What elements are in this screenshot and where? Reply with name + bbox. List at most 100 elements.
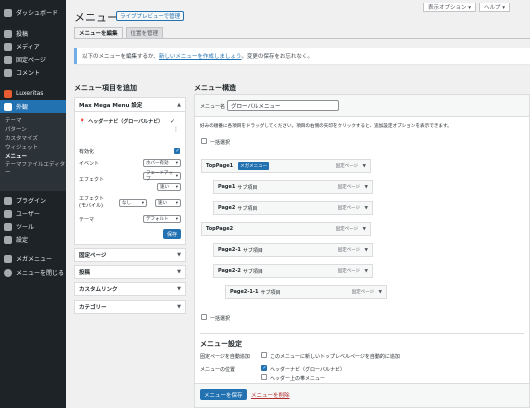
- location-top-bar-checkbox[interactable]: [261, 374, 267, 380]
- sidebar-item-pages[interactable]: 固定ページ: [0, 53, 66, 66]
- sidebar-item-settings[interactable]: 設定: [0, 233, 66, 246]
- menu-name-label: メニュー名: [200, 104, 226, 110]
- accordion-categories[interactable]: カテゴリー ▼: [74, 300, 186, 314]
- sidebar-item-luxeritas[interactable]: Luxeritas: [0, 87, 66, 100]
- theme-label: テーマ: [79, 217, 95, 223]
- add-menu-items-heading: メニュー項目を追加: [74, 84, 137, 92]
- delete-menu-link[interactable]: メニューを削除: [251, 391, 290, 399]
- event-select[interactable]: ホバー有効 ▾: [143, 159, 181, 167]
- sidebar-item-media[interactable]: メディア: [0, 40, 66, 53]
- sidebar-item-appearance[interactable]: 外観: [0, 100, 66, 113]
- pin-icon: 📍: [79, 119, 86, 125]
- screen-options-button[interactable]: 表示オプション ▾: [423, 3, 477, 12]
- effect-mobile-speed-select[interactable]: 速い ▾: [155, 199, 181, 207]
- auto-add-checkbox[interactable]: [261, 352, 267, 358]
- bulk-select-label-bottom: 一括選択: [210, 316, 231, 322]
- submenu-theme-file-editor[interactable]: テーマファイルエディター: [0, 160, 66, 178]
- location-label: 📍 ヘッダーナビ（グローバルナビ）: [79, 119, 164, 125]
- bulk-select-checkbox[interactable]: [201, 138, 207, 144]
- menu-item[interactable]: TopPage2 固定ページ ▼: [201, 222, 371, 236]
- wrench-icon: [4, 222, 12, 231]
- help-button[interactable]: ヘルプ ▾: [479, 3, 511, 12]
- collapse-icon: [4, 268, 12, 277]
- pin-icon: [4, 29, 12, 38]
- tab-divider: [74, 38, 530, 39]
- live-preview-button[interactable]: ライブプレビューで管理: [116, 11, 185, 21]
- main-content: 表示オプション ▾ ヘルプ ▾ メニュー ライブプレビューで管理 メニューを編集…: [66, 0, 530, 408]
- triangle-up-icon: ▲: [177, 101, 181, 108]
- comment-icon: [4, 68, 12, 77]
- expand-arrow-icon[interactable]: ▼: [365, 248, 368, 253]
- expand-arrow-icon[interactable]: ▼: [365, 269, 368, 274]
- menu-item[interactable]: Page2-1-1 サブ項目 固定ページ ▼: [225, 285, 387, 299]
- plugin-icon: [4, 196, 12, 205]
- info-notice: 以下のメニューを編集するか、 新しいメニューを作成しましょう 。変更の保存をお忘れな…: [74, 48, 530, 64]
- sidebar-item-comments[interactable]: コメント: [0, 66, 66, 79]
- accordion-pages[interactable]: 固定ページ ▼: [74, 248, 186, 262]
- submenu-patterns[interactable]: パターン: [0, 124, 66, 133]
- menu-item[interactable]: Page2 サブ項目 固定ページ ▼: [213, 201, 373, 215]
- divider: [200, 333, 524, 334]
- menu-item[interactable]: Page2-1 サブ項目 固定ページ ▼: [213, 243, 373, 257]
- expand-arrow-icon[interactable]: ▼: [379, 290, 382, 295]
- mega-menu-badge[interactable]: メガメニュー: [238, 162, 270, 170]
- enable-checkbox[interactable]: [174, 148, 180, 154]
- submenu-menus[interactable]: メニュー: [0, 151, 66, 160]
- effect-speed-select[interactable]: 速い ▾: [157, 183, 181, 191]
- check-icon: ✓: [169, 118, 175, 125]
- save-menu-button[interactable]: メニューを保存: [200, 389, 247, 400]
- menu-name-input[interactable]: グローバルメニュー: [227, 100, 339, 111]
- accordion-posts[interactable]: 投稿 ▼: [74, 265, 186, 279]
- sidebar-item-megamenu[interactable]: メガメニュー: [0, 252, 66, 265]
- location-settings-label: メニューの位置: [200, 367, 236, 373]
- sidebar-item-dashboard[interactable]: ダッシュボード: [0, 6, 66, 19]
- theme-select[interactable]: デフォルト ▾: [143, 215, 181, 223]
- admin-sidebar: ダッシュボード 投稿 メディア 固定ページ コメント Luxeritas 外観 …: [0, 0, 66, 408]
- submenu-themes[interactable]: テーマ: [0, 115, 66, 124]
- triangle-down-icon: ▼: [177, 286, 181, 292]
- menu-structure-box: メニュー名 グローバルメニュー 好みの順番に各項目をドラッグしてください。項目の…: [194, 94, 530, 408]
- luxeritas-icon: [4, 89, 12, 98]
- create-menu-link[interactable]: 新しいメニューを作成しましょう: [159, 52, 242, 60]
- event-label: イベント: [79, 161, 100, 167]
- expand-arrow-icon[interactable]: ▼: [365, 206, 368, 211]
- menu-name-row: メニュー名 グローバルメニュー: [195, 95, 529, 117]
- brush-icon: [4, 102, 12, 111]
- accordion-custom-links[interactable]: カスタムリンク ▼: [74, 282, 186, 296]
- location-header-nav-label: ヘッダーナビ（グローバルナビ）: [270, 367, 345, 373]
- menu-settings-heading: メニュー設定: [200, 340, 242, 348]
- location-top-bar-label: ヘッダー上の帯メニュー: [270, 376, 326, 382]
- bulk-select-checkbox-bottom[interactable]: [201, 314, 207, 320]
- effect-label: エフェクト: [79, 177, 105, 183]
- menu-footer-bar: メニューを保存 メニューを削除: [195, 383, 529, 407]
- instruction-text: 好みの順番に各項目をドラッグしてください。項目の右側の矢印をクリックすると、追加…: [200, 124, 452, 129]
- triangle-down-icon: ▼: [177, 304, 181, 310]
- collapse-menu-button[interactable]: メニューを閉じる: [0, 266, 66, 279]
- more-icon[interactable]: ⋮: [173, 126, 179, 133]
- mega-menu-panel-header[interactable]: Max Mega Menu 設定 ▲: [75, 98, 185, 112]
- effect-select[interactable]: フェードアップ ▾: [143, 171, 181, 182]
- sidebar-item-posts[interactable]: 投稿: [0, 27, 66, 40]
- mega-save-button[interactable]: 保存: [163, 229, 182, 239]
- expand-arrow-icon[interactable]: ▼: [363, 227, 366, 232]
- menu-item[interactable]: TopPage1 メガメニュー 固定ページ ▼: [201, 159, 371, 173]
- sidebar-item-tools[interactable]: ツール: [0, 220, 66, 233]
- expand-arrow-icon[interactable]: ▼: [365, 185, 368, 190]
- media-icon: [4, 42, 12, 51]
- menu-structure-heading: メニュー構造: [194, 84, 236, 92]
- location-header-nav-checkbox[interactable]: [261, 365, 267, 371]
- sidebar-item-users[interactable]: ユーザー: [0, 207, 66, 220]
- expand-arrow-icon[interactable]: ▼: [363, 164, 366, 169]
- effect-mobile-select[interactable]: なし ▾: [119, 199, 147, 207]
- menu-item[interactable]: Page2-2 サブ項目 固定ページ ▼: [213, 264, 373, 278]
- menu-item[interactable]: Page1 サブ項目 固定ページ ▼: [213, 180, 373, 194]
- enable-label: 有効化: [79, 149, 95, 155]
- dashboard-icon: [4, 8, 12, 17]
- sidebar-item-plugins[interactable]: プラグイン: [0, 194, 66, 207]
- mega-menu-settings-panel: Max Mega Menu 設定 ▲ 📍 ヘッダーナビ（グローバルナビ） ✓ ⋮ 有…: [74, 97, 186, 245]
- effect-mobile-label: エフェクト (モバイル): [79, 196, 105, 209]
- submenu-customize[interactable]: カスタマイズ: [0, 133, 66, 142]
- triangle-down-icon: ▼: [177, 252, 181, 258]
- submenu-widgets[interactable]: ウィジェット: [0, 142, 66, 151]
- page-title: メニュー: [74, 11, 118, 24]
